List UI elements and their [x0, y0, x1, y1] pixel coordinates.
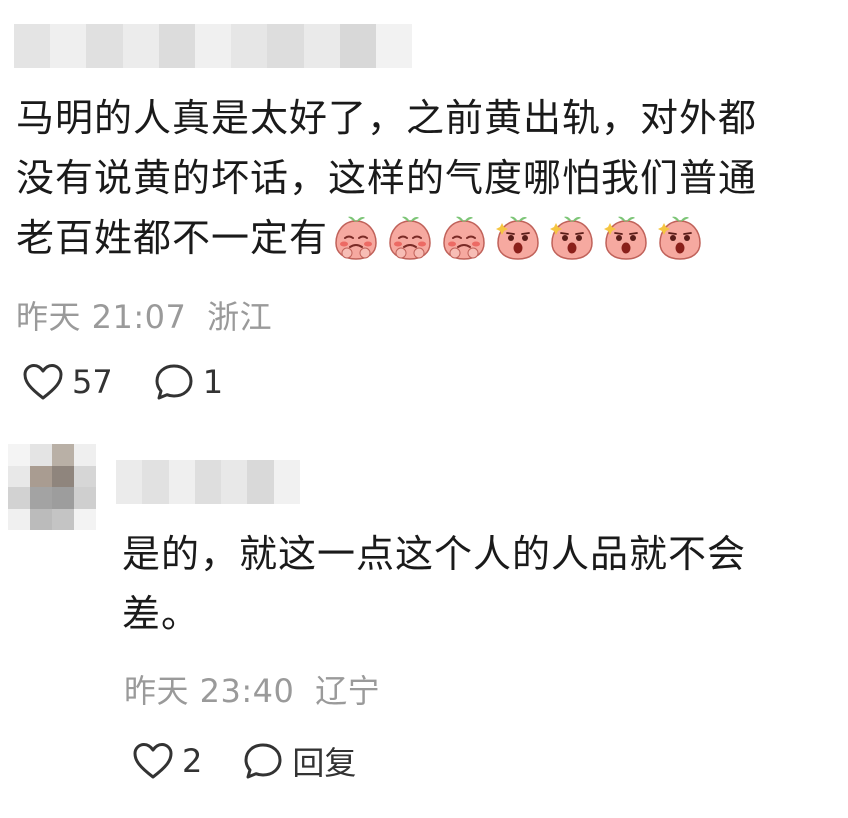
- shocked-peach-emoji: [496, 216, 539, 260]
- comment-line-1: 马明的人真是太好了，之前黄出轨，对外都: [16, 96, 758, 140]
- comment-location: 浙江: [207, 298, 273, 336]
- comment-line-3: 老百姓都不一定有: [16, 208, 836, 268]
- comment-actions: 57 1: [22, 362, 223, 402]
- shocked-peach-emoji: [550, 216, 593, 260]
- comment-line-2: 没有说黄的坏话，这样的气度哪怕我们普通: [16, 156, 758, 200]
- comment-thread: 马明的人真是太好了，之前黄出轨，对外都 没有说黄的坏话，这样的气度哪怕我们普通 …: [0, 0, 848, 818]
- reply-line-1: 是的，就这一点这个人的人品就不会: [122, 532, 747, 576]
- reply-count: 1: [202, 363, 224, 401]
- comment-line-3-text: 老百姓都不一定有: [16, 216, 329, 260]
- reply-button-label: 回复: [292, 744, 357, 782]
- reply-meta: 昨天 23:40 辽宁: [124, 666, 380, 712]
- reply-like-count: 2: [182, 742, 203, 780]
- shy-peach-emoji: [389, 216, 431, 260]
- shy-peach-emoji: [443, 216, 485, 260]
- reply-time: 昨天 23:40: [124, 672, 295, 710]
- shy-peach-emoji: [335, 216, 377, 260]
- reply-button[interactable]: 回复: [242, 738, 356, 784]
- like-button[interactable]: 57: [22, 362, 113, 402]
- reply-count-button[interactable]: 1: [153, 362, 223, 402]
- commenter-username-blurred[interactable]: [14, 24, 412, 68]
- reply-like-button[interactable]: 2: [132, 741, 202, 781]
- comment-text: 马明的人真是太好了，之前黄出轨，对外都 没有说黄的坏话，这样的气度哪怕我们普通 …: [16, 88, 836, 268]
- reply-actions: 2 回复: [132, 738, 356, 784]
- comment-bubble-icon: [242, 741, 284, 781]
- reply-location: 辽宁: [315, 672, 381, 710]
- like-count: 57: [72, 363, 113, 401]
- reply-username-blurred[interactable]: [116, 460, 300, 504]
- emoji-row: [332, 213, 704, 261]
- reply-line-2: 差。: [122, 592, 201, 636]
- heart-icon: [22, 362, 64, 402]
- shocked-peach-emoji: [658, 216, 701, 260]
- comment-bubble-icon: [153, 362, 195, 402]
- reply-text: 是的，就这一点这个人的人品就不会 差。: [122, 524, 842, 644]
- avatar[interactable]: [8, 444, 96, 530]
- comment-time: 昨天 21:07: [16, 298, 187, 336]
- shocked-peach-emoji: [604, 216, 647, 260]
- comment-meta: 昨天 21:07 浙江: [16, 292, 272, 338]
- heart-icon: [132, 741, 174, 781]
